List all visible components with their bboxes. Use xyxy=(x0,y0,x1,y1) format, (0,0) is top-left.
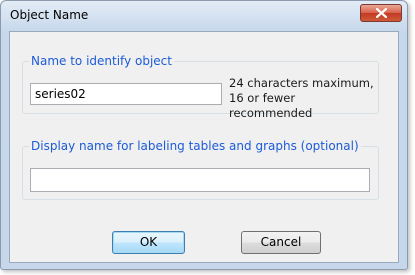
name-groupbox: Name to identify object 24 characters ma… xyxy=(22,54,379,120)
display-name-group-legend: Display name for labeling tables and gra… xyxy=(29,139,361,153)
dialog-body: Name to identify object 24 characters ma… xyxy=(9,31,399,263)
window-title: Object Name xyxy=(10,8,89,22)
title-bar[interactable]: Object Name xyxy=(1,1,407,31)
cancel-button[interactable]: Cancel xyxy=(241,231,321,254)
ok-button[interactable]: OK xyxy=(112,231,185,254)
name-group-legend: Name to identify object xyxy=(29,54,174,68)
dialog-window: Object Name Name to identify object 24 c… xyxy=(0,0,408,270)
close-button[interactable] xyxy=(360,4,402,22)
name-hint-text: 24 characters maximum, 16 or fewer recom… xyxy=(229,76,374,120)
display-name-input[interactable] xyxy=(30,168,370,192)
display-name-groupbox: Display name for labeling tables and gra… xyxy=(22,139,379,200)
name-input[interactable] xyxy=(30,83,222,105)
close-x-icon xyxy=(376,8,387,18)
